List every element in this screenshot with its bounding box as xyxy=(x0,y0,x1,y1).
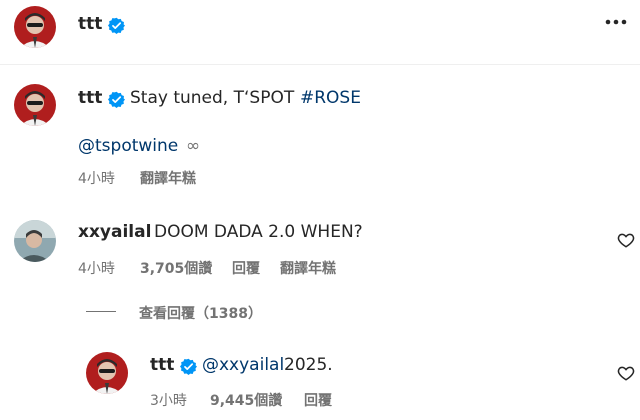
view-replies-button[interactable]: 查看回覆（1388） xyxy=(139,303,262,323)
infinity-symbol: ∞ xyxy=(186,136,201,156)
comment-like-heart-icon[interactable] xyxy=(617,231,635,249)
comment-text: DOOM DADA 2.0 WHEN? xyxy=(154,222,363,242)
verified-badge-icon xyxy=(180,358,197,375)
reply-like-heart-icon[interactable] xyxy=(617,364,635,382)
comment-reply-button[interactable]: 回覆 xyxy=(232,258,260,278)
more-horizontal-icon[interactable] xyxy=(604,18,628,26)
header-avatar[interactable] xyxy=(14,6,56,48)
reply-mention-link[interactable]: @xxyailal xyxy=(202,355,284,375)
post-translate-button[interactable]: 翻譯年糕 xyxy=(140,168,196,188)
comment-timestamp[interactable]: 4小時 xyxy=(78,258,115,278)
reply-username[interactable]: ttt xyxy=(150,355,174,375)
header-username[interactable]: ttt xyxy=(78,14,102,34)
reply-reply-button[interactable]: 回覆 xyxy=(304,390,332,410)
verified-badge-icon xyxy=(108,91,125,108)
reply-like-count[interactable]: 9,445個讚 xyxy=(210,390,282,410)
view-replies-line xyxy=(86,311,116,312)
verified-badge-icon xyxy=(108,17,125,34)
reply-text: 2025. xyxy=(284,355,333,375)
comment-like-count[interactable]: 3,705個讚 xyxy=(140,258,212,278)
post-caption-text: Stay tuned, T‘SPOT xyxy=(130,88,295,108)
post-mention-link[interactable]: @tspotwine xyxy=(78,136,178,156)
reply-avatar[interactable] xyxy=(86,352,128,394)
comment-username[interactable]: xxyailal xyxy=(78,222,151,242)
comment-translate-button[interactable]: 翻譯年糕 xyxy=(280,258,336,278)
reply-timestamp[interactable]: 3小時 xyxy=(150,390,187,410)
post-author-username[interactable]: ttt xyxy=(78,88,102,108)
post-hashtag-link[interactable]: #ROSE xyxy=(300,88,361,108)
post-timestamp[interactable]: 4小時 xyxy=(78,168,115,188)
header-divider xyxy=(0,64,640,65)
comment-avatar[interactable] xyxy=(14,220,56,262)
post-author-avatar[interactable] xyxy=(14,84,56,126)
